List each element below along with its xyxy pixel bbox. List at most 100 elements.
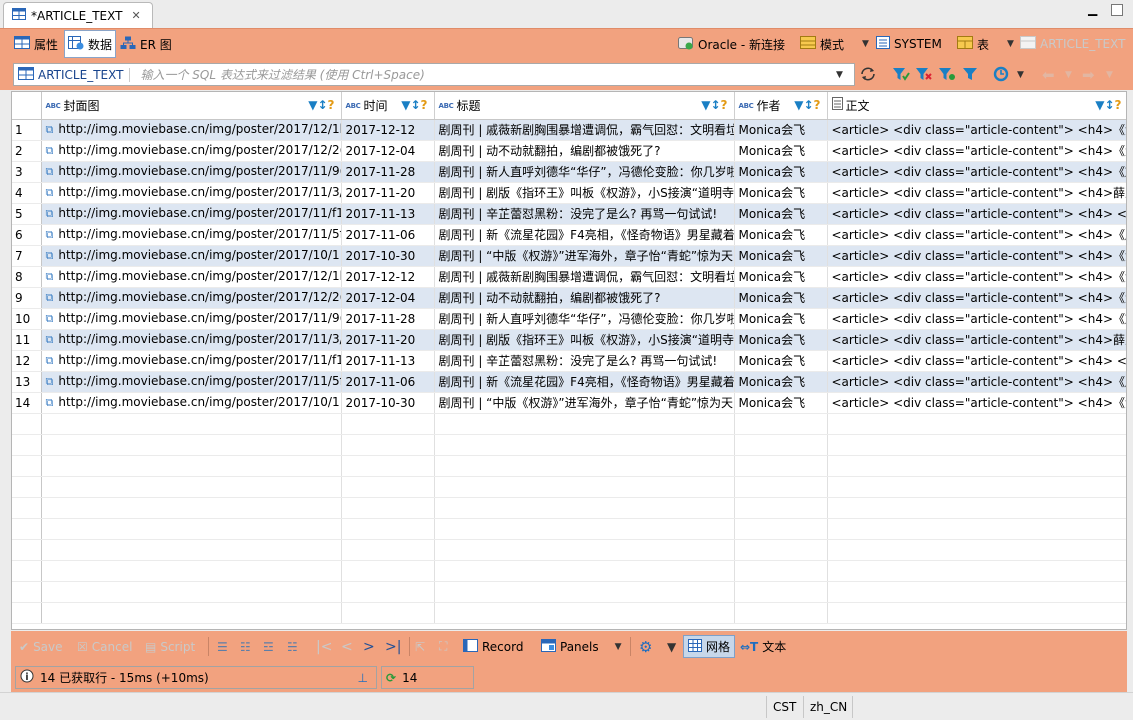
cover-image-cell[interactable]: ⧉ http://img.moviebase.cn/img/poster/2017… [41, 224, 342, 246]
save-button[interactable]: ✔ Save [19, 631, 63, 662]
body-cell[interactable]: <article> <div class="article-content"> … [827, 329, 1126, 351]
last-page-icon[interactable]: >| [385, 631, 401, 662]
column-header-time[interactable]: ABC 时间 ▼↕? [341, 92, 435, 120]
filter-sort-icon[interactable]: ▼↕? [701, 98, 727, 112]
system-schema[interactable]: SYSTEM [876, 29, 942, 59]
chevron-down-icon[interactable]: ▼ [1007, 39, 1014, 49]
row-number-cell[interactable]: 6 [12, 224, 42, 246]
body-cell[interactable]: <article> <div class="article-content"> … [827, 371, 1126, 393]
record-button[interactable]: Record [463, 631, 523, 662]
author-cell[interactable]: Monica会飞 [734, 203, 828, 225]
copy-row-icon[interactable]: ☲ [263, 631, 274, 662]
external-link-icon[interactable]: ⧉ [46, 312, 54, 325]
body-cell[interactable]: <article> <div class="article-content"> … [827, 308, 1126, 330]
author-cell[interactable]: Monica会飞 [734, 371, 828, 393]
time-cell[interactable]: 2017-11-28 [341, 308, 435, 330]
external-link-icon[interactable]: ⧉ [46, 333, 54, 346]
body-cell[interactable]: <article> <div class="article-content"> … [827, 119, 1126, 141]
external-link-icon[interactable]: ⧉ [46, 270, 54, 283]
title-cell[interactable]: 剧周刊 | 动不动就翻拍，编剧都被饿死了? [434, 287, 735, 309]
time-cell[interactable]: 2017-10-30 [341, 245, 435, 267]
column-header-cover[interactable]: ABC 封面图 ▼↕? [41, 92, 342, 120]
next-page-icon[interactable]: > [363, 631, 375, 662]
row-number-cell[interactable]: 14 [12, 392, 42, 414]
table-row[interactable]: 10 ⧉ http://img.moviebase.cn/img/poster/20… [12, 308, 1126, 330]
row-number-cell[interactable]: 12 [12, 350, 42, 372]
cover-image-cell[interactable]: ⧉ http://img.moviebase.cn/img/poster/2017… [41, 182, 342, 204]
chevron-down-icon[interactable]: ▼ [1017, 70, 1024, 80]
cancel-button[interactable]: ☒ Cancel [77, 631, 132, 662]
forward-arrow-icon[interactable]: ➡ [1082, 66, 1095, 84]
title-cell[interactable]: 剧周刊 | 新人直呼刘德华“华仔”，冯德伦变脸：你几岁啦 [434, 308, 735, 330]
time-cell[interactable]: 2017-11-06 [341, 224, 435, 246]
cover-image-cell[interactable]: ⧉ http://img.moviebase.cn/img/poster/2017… [41, 266, 342, 288]
table-row[interactable]: 3 ⧉ http://img.moviebase.cn/img/poster/201… [12, 161, 1126, 183]
external-link-icon[interactable]: ⧉ [46, 291, 54, 304]
body-cell[interactable]: <article> <div class="article-content"> … [827, 203, 1126, 225]
column-header-title[interactable]: ABC 标题 ▼↕? [434, 92, 735, 120]
time-cell[interactable]: 2017-11-13 [341, 203, 435, 225]
table-row[interactable]: 2 ⧉ http://img.moviebase.cn/img/poster/201… [12, 140, 1126, 162]
column-header-body[interactable]: 正文 ▼↕? [827, 92, 1126, 120]
title-cell[interactable]: 剧周刊 | 新《流星花园》F4亮相，《怪奇物语》男星藏着 [434, 371, 735, 393]
author-cell[interactable]: Monica会飞 [734, 140, 828, 162]
close-icon[interactable]: ✕ [131, 9, 140, 22]
edit-row-icon[interactable]: ☰ [217, 631, 228, 662]
row-number-header[interactable] [12, 92, 42, 120]
table-row[interactable]: 1 ⧉ http://img.moviebase.cn/img/poster/201… [12, 119, 1126, 141]
external-link-icon[interactable]: ⧉ [46, 354, 54, 367]
script-button[interactable]: ▤ Script [145, 631, 195, 662]
results-grid[interactable]: ABC 封面图 ▼↕? ABC 时间 ▼↕? ABC 标题 ▼↕? ABC 作者 ▼↕? 正文 ▼… [11, 91, 1127, 630]
time-cell[interactable]: 2017-10-30 [341, 392, 435, 414]
cover-image-cell[interactable]: ⧉ http://img.moviebase.cn/img/poster/2017… [41, 308, 342, 330]
title-cell[interactable]: 剧周刊 | 剧版《指环王》叫板《权游》，小S接演“道明寺 [434, 182, 735, 204]
gear-icon[interactable]: ⚙ [639, 631, 652, 662]
title-cell[interactable]: 剧周刊 | 辛芷蕾怼黑粉：没完了是么? 再骂一句试试! [434, 203, 735, 225]
cover-image-cell[interactable]: ⧉ http://img.moviebase.cn/img/poster/2017… [41, 350, 342, 372]
table-row[interactable]: 4 ⧉ http://img.moviebase.cn/img/poster/201… [12, 182, 1126, 204]
filter-sort-icon[interactable]: ▼↕? [308, 98, 334, 112]
tab-er-diagram[interactable]: ER 图 [120, 29, 172, 59]
body-cell[interactable]: <article> <div class="article-content"> … [827, 161, 1126, 183]
row-number-cell[interactable]: 10 [12, 308, 42, 330]
filter-input[interactable]: ARTICLE_TEXT 输入一个 SQL 表达式来过滤结果 (使用 Ctrl+… [13, 63, 855, 86]
author-cell[interactable]: Monica会飞 [734, 161, 828, 183]
author-cell[interactable]: Monica会飞 [734, 182, 828, 204]
table-row[interactable]: 14 ⧉ http://img.moviebase.cn/img/poster/20… [12, 392, 1126, 414]
external-link-icon[interactable]: ⧉ [46, 396, 54, 409]
external-link-icon[interactable]: ⧉ [46, 123, 54, 136]
row-number-cell[interactable]: 9 [12, 287, 42, 309]
time-cell[interactable]: 2017-11-20 [341, 329, 435, 351]
filter-sort-icon[interactable]: ▼↕? [1095, 98, 1121, 112]
row-number-cell[interactable]: 7 [12, 245, 42, 267]
table-row[interactable]: 11 ⧉ http://img.moviebase.cn/img/poster/20… [12, 329, 1126, 351]
table-row[interactable]: 5 ⧉ http://img.moviebase.cn/img/poster/201… [12, 203, 1126, 225]
cover-image-cell[interactable]: ⧉ http://img.moviebase.cn/img/poster/2017… [41, 203, 342, 225]
panels-button[interactable]: Panels ▼ [541, 631, 622, 662]
title-cell[interactable]: 剧周刊 | 戚薇新剧胸围暴增遭调侃，霸气回怼：文明看垃 [434, 119, 735, 141]
external-link-icon[interactable]: ⧉ [46, 207, 54, 220]
time-cell[interactable]: 2017-12-04 [341, 140, 435, 162]
cover-image-cell[interactable]: ⧉ http://img.moviebase.cn/img/poster/2017… [41, 371, 342, 393]
row-number-cell[interactable]: 1 [12, 119, 42, 141]
row-number-cell[interactable]: 11 [12, 329, 42, 351]
cover-image-cell[interactable]: ⧉ http://img.moviebase.cn/img/poster/2017… [41, 329, 342, 351]
author-cell[interactable]: Monica会飞 [734, 119, 828, 141]
author-cell[interactable]: Monica会飞 [734, 287, 828, 309]
cover-image-cell[interactable]: ⧉ http://img.moviebase.cn/img/poster/2017… [41, 161, 342, 183]
title-cell[interactable]: 剧周刊 | 戚薇新剧胸围暴增遭调侃，霸气回怼：文明看垃 [434, 266, 735, 288]
chevron-down-icon[interactable]: ▼ [862, 39, 869, 49]
row-number-cell[interactable]: 4 [12, 182, 42, 204]
table-row[interactable]: 13 ⧉ http://img.moviebase.cn/img/poster/20… [12, 371, 1126, 393]
chevron-down-icon[interactable]: ▼ [1065, 70, 1072, 80]
body-cell[interactable]: <article> <div class="article-content"> … [827, 350, 1126, 372]
time-cell[interactable]: 2017-12-12 [341, 119, 435, 141]
external-link-icon[interactable]: ⧉ [46, 228, 54, 241]
chevron-down-icon[interactable]: ▼ [1106, 70, 1113, 80]
delete-row-icon[interactable]: ☵ [287, 631, 298, 662]
chevron-down-icon[interactable]: ▼ [615, 642, 622, 652]
time-cell[interactable]: 2017-12-12 [341, 266, 435, 288]
auto-refresh-icon[interactable] [993, 66, 1011, 85]
chevron-down-icon[interactable]: ▼ [667, 631, 676, 662]
title-cell[interactable]: 剧周刊 | 辛芷蕾怼黑粉：没完了是么? 再骂一句试试! [434, 350, 735, 372]
